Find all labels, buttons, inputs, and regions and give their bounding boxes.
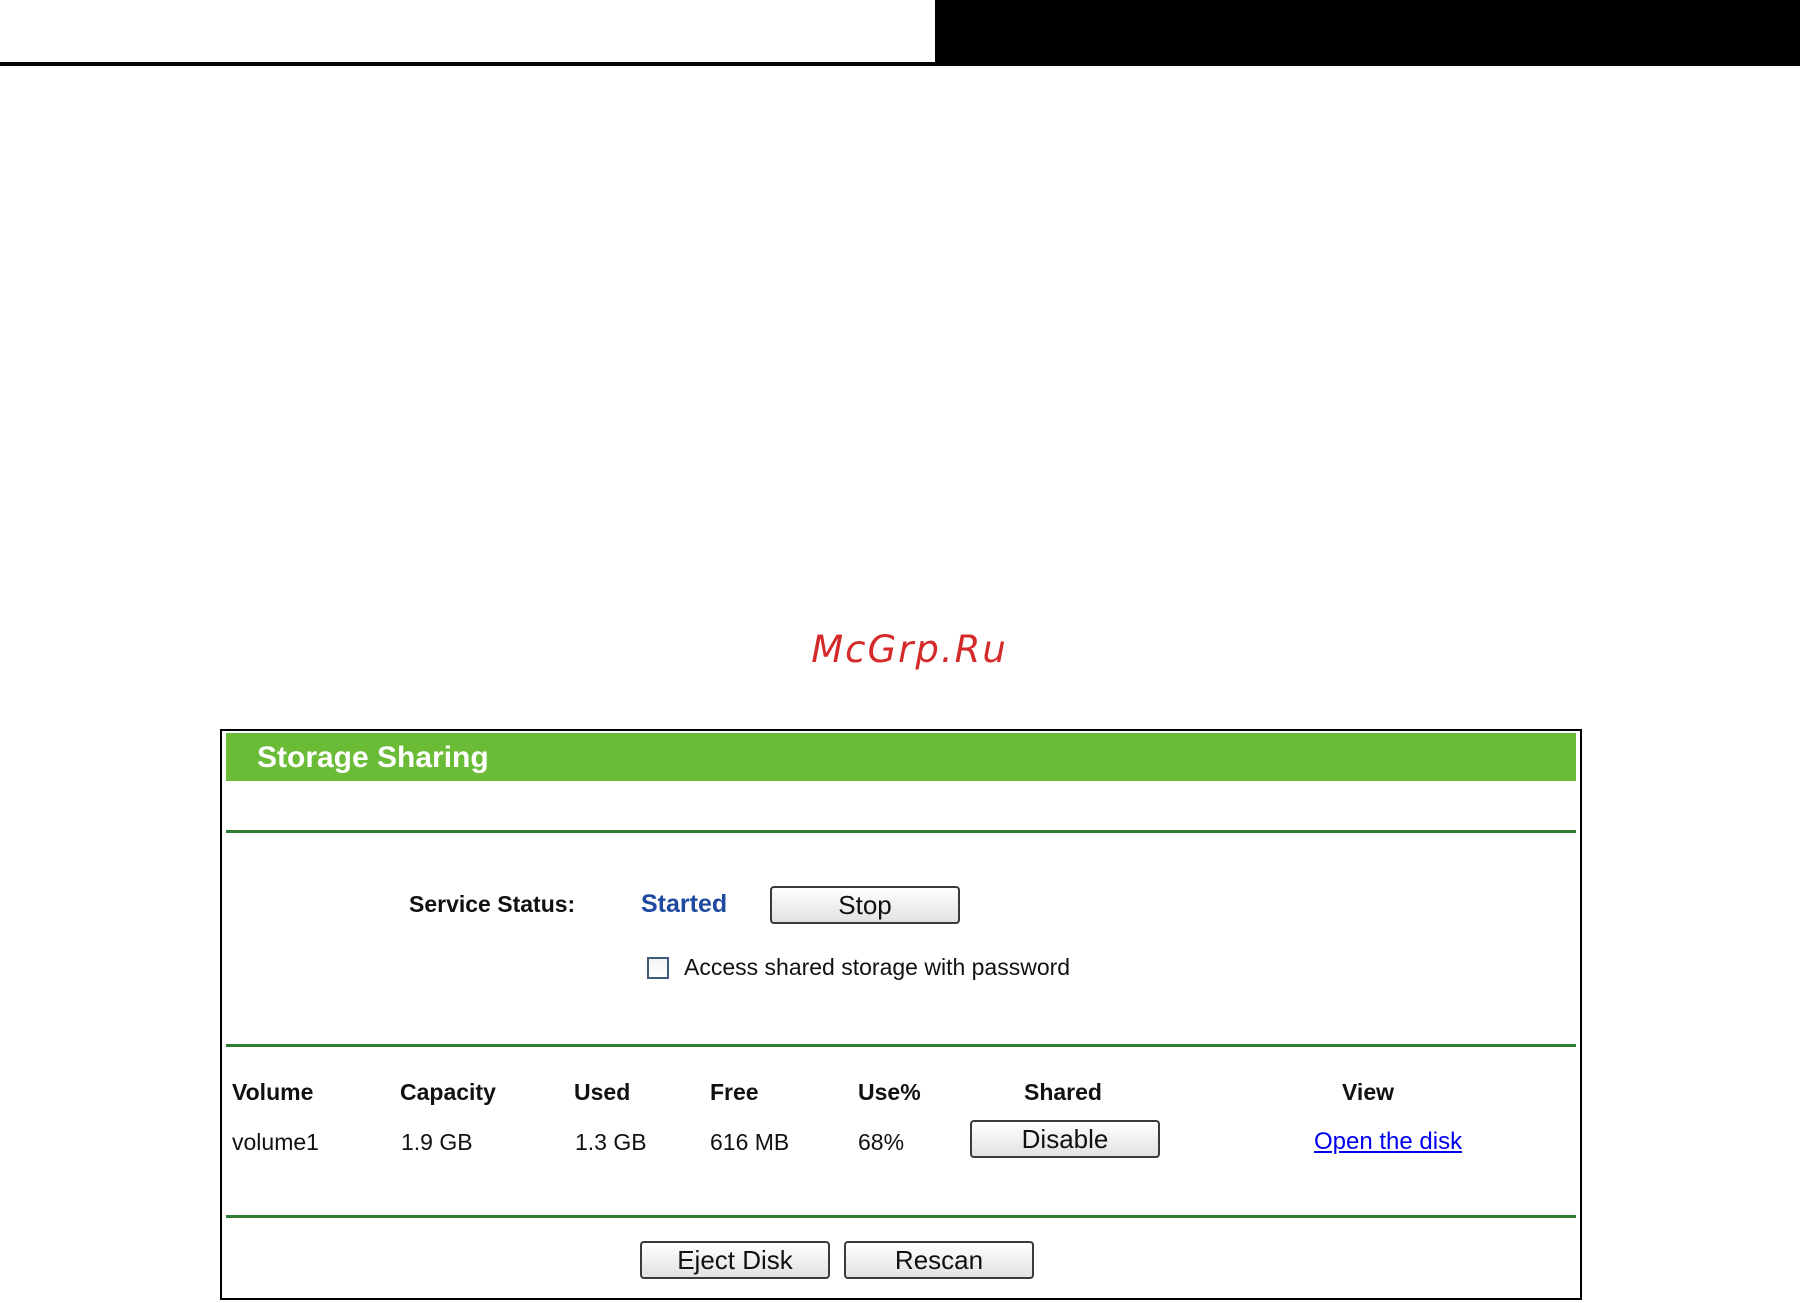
col-header-view: View — [1342, 1079, 1394, 1105]
col-header-free: Free — [710, 1079, 759, 1105]
panel-title: Storage Sharing — [257, 741, 489, 774]
password-checkbox-label: Access shared storage with password — [684, 954, 1071, 980]
document-header-rule — [0, 62, 1800, 66]
rescan-button[interactable]: Rescan — [844, 1241, 1034, 1279]
disable-sharing-button[interactable]: Disable — [970, 1120, 1160, 1158]
col-header-used: Used — [574, 1079, 631, 1105]
cell-free: 616 MB — [710, 1129, 790, 1155]
stop-button[interactable]: Stop — [770, 886, 960, 924]
divider-bottom — [226, 1215, 1576, 1218]
col-header-use-percent: Use% — [858, 1079, 921, 1105]
cell-volume: volume1 — [232, 1129, 319, 1155]
storage-sharing-panel: Storage Sharing Service Status: Started … — [220, 729, 1582, 1300]
divider-top — [226, 830, 1576, 833]
service-status-label: Service Status: — [409, 891, 576, 917]
password-checkbox[interactable] — [647, 957, 669, 979]
service-status-value: Started — [641, 890, 728, 918]
open-disk-link[interactable]: Open the disk — [1314, 1128, 1462, 1156]
cell-capacity: 1.9 GB — [401, 1129, 473, 1155]
watermark: McGrp.Ru — [811, 628, 1008, 671]
eject-disk-button[interactable]: Eject Disk — [640, 1241, 830, 1279]
panel-header: Storage Sharing — [226, 733, 1576, 781]
col-header-volume: Volume — [232, 1079, 314, 1105]
cell-use-percent: 68% — [858, 1129, 905, 1155]
divider-middle — [226, 1044, 1576, 1047]
col-header-shared: Shared — [1024, 1079, 1102, 1105]
col-header-capacity: Capacity — [400, 1079, 496, 1105]
document-header-bar — [935, 0, 1800, 66]
cell-used: 1.3 GB — [575, 1129, 647, 1155]
